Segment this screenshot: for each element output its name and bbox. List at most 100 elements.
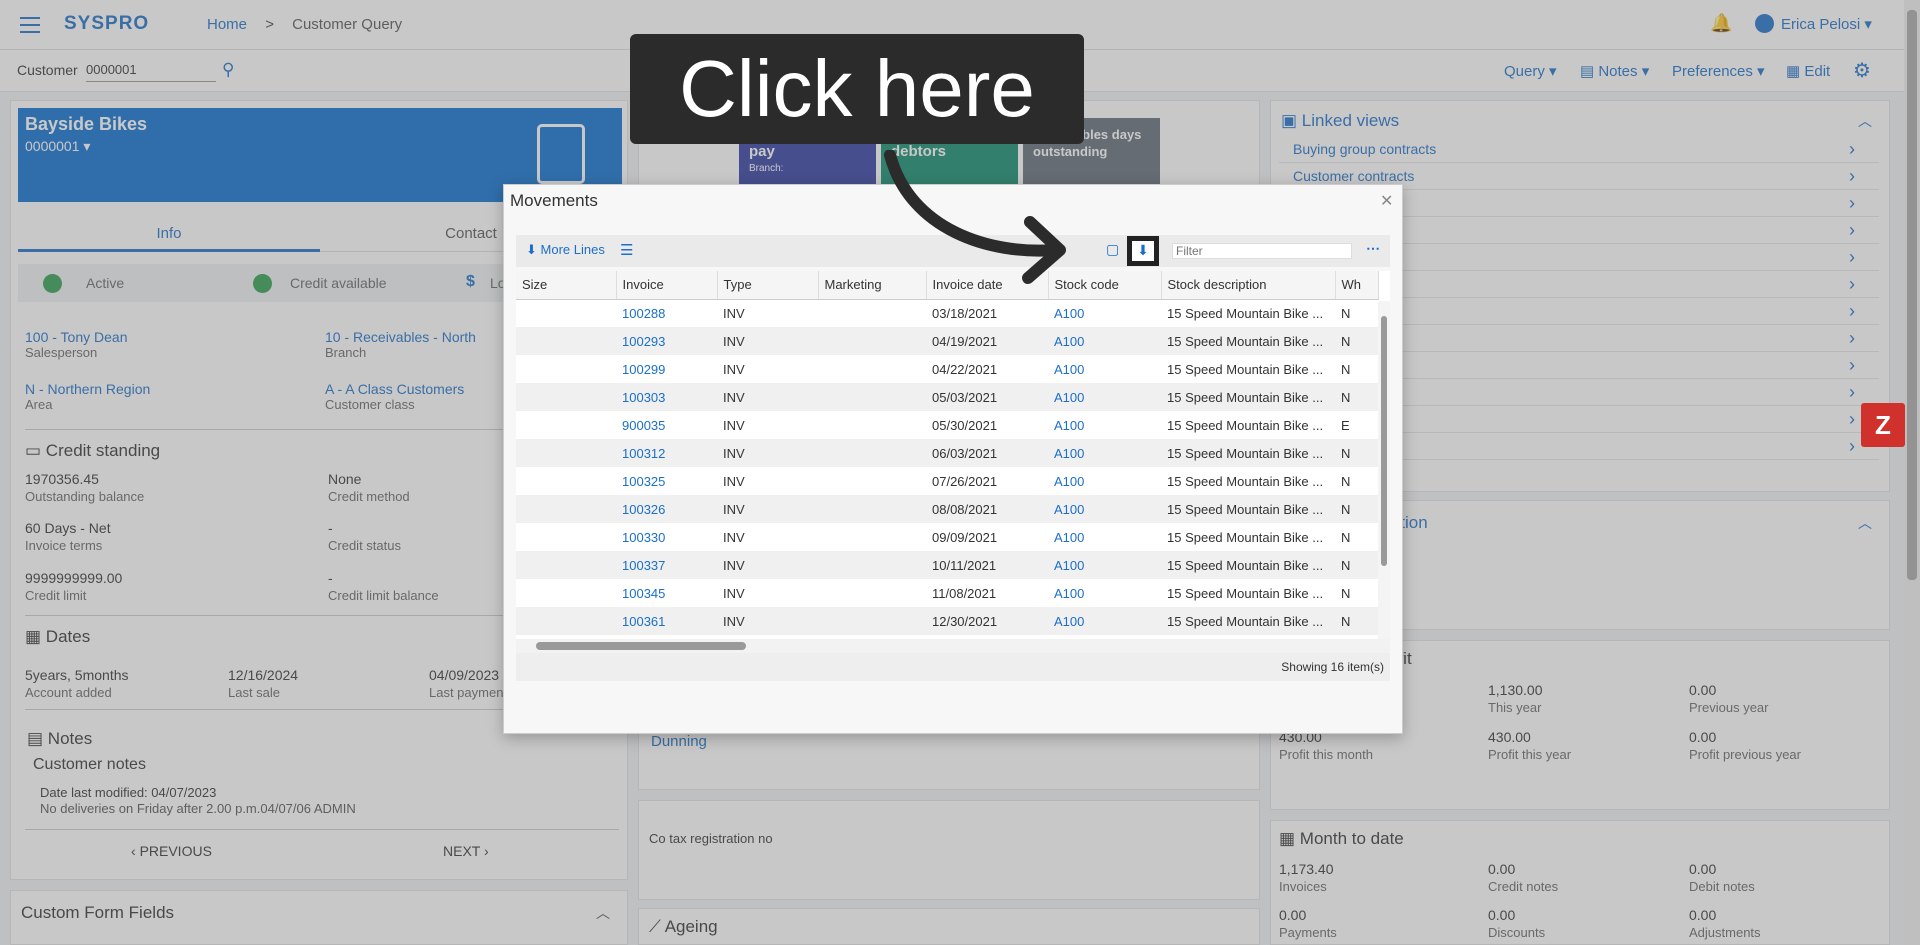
table-cell	[818, 607, 926, 635]
column-header[interactable]: Stock description	[1161, 271, 1336, 300]
table-cell: 10/11/2021	[926, 551, 1048, 579]
table-cell	[516, 607, 616, 635]
column-header[interactable]: Size	[516, 271, 617, 300]
table-cell: N	[1341, 305, 1351, 321]
table-cell: N	[1335, 439, 1378, 467]
table-row[interactable]: 100325 INV 07/26/2021 A100 15 Speed Mountain…	[516, 467, 1378, 495]
table-cell[interactable]: A100	[1048, 467, 1161, 495]
table-cell	[516, 579, 616, 607]
table-cell: INV	[717, 327, 818, 355]
table-cell: 08/08/2021	[926, 495, 1048, 523]
more-lines-button[interactable]: ⬇ More Lines	[526, 242, 605, 258]
close-icon[interactable]: ✕	[1380, 191, 1393, 211]
table-cell	[818, 411, 926, 439]
table-cell[interactable]: 100361	[616, 607, 717, 635]
list-options-icon[interactable]: ☰	[620, 241, 633, 259]
table-cell[interactable]: A100	[1048, 355, 1161, 383]
export-icon[interactable]: ▢	[1106, 241, 1119, 258]
table-cell[interactable]: A100	[1048, 551, 1161, 579]
table-cell[interactable]: A100	[1048, 383, 1161, 411]
grid-hscroll-thumb[interactable]	[536, 642, 746, 650]
table-cell: 15 Speed Mountain Bike ...	[1161, 439, 1335, 467]
table-cell[interactable]: A100	[1048, 327, 1161, 355]
table-row[interactable]: 100288 INV 03/18/2021 A100 15 Speed Mountain…	[516, 299, 1378, 327]
table-cell	[516, 523, 616, 551]
table-cell: INV	[723, 529, 745, 545]
table-cell	[516, 327, 616, 355]
syspro-assistant-icon[interactable]: Z	[1861, 403, 1905, 447]
download-icon[interactable]: ⬇	[1127, 236, 1159, 266]
table-cell: 15 Speed Mountain Bike ...	[1167, 585, 1324, 601]
table-cell[interactable]: 100312	[616, 439, 717, 467]
table-cell: INV	[723, 585, 745, 601]
table-cell	[818, 467, 926, 495]
table-cell	[818, 355, 926, 383]
table-cell[interactable]: A100	[1048, 299, 1161, 327]
table-cell: 15 Speed Mountain Bike ...	[1167, 361, 1324, 377]
table-cell[interactable]: 100299	[616, 355, 717, 383]
table-row[interactable]: 100337 INV 10/11/2021 A100 15 Speed Mountain…	[516, 551, 1378, 579]
table-cell[interactable]: 100345	[616, 579, 717, 607]
table-cell: INV	[717, 439, 818, 467]
table-cell[interactable]: A100	[1048, 523, 1161, 551]
column-header[interactable]: Wh	[1335, 271, 1379, 300]
table-cell	[516, 467, 616, 495]
table-cell	[818, 551, 926, 579]
table-cell[interactable]: A100	[1048, 607, 1161, 635]
table-cell: N	[1335, 383, 1378, 411]
table-cell[interactable]: 100325	[616, 467, 717, 495]
table-row[interactable]: 100303 INV 05/03/2021 A100 15 Speed Mountain…	[516, 383, 1378, 411]
table-row[interactable]: 100361 INV 12/30/2021 A100 15 Speed Mountain…	[516, 607, 1378, 635]
click-here-callout: Click here	[630, 34, 1084, 144]
table-cell[interactable]: A100	[1048, 439, 1161, 467]
table-cell	[516, 383, 616, 411]
grid-horizontal-scrollbar[interactable]	[516, 639, 1390, 653]
table-cell[interactable]: 100288	[616, 299, 717, 327]
table-cell: INV	[723, 417, 745, 433]
grid-vertical-scrollbar[interactable]	[1378, 301, 1390, 639]
table-cell	[516, 439, 616, 467]
table-cell[interactable]: A100	[1048, 411, 1161, 439]
table-cell[interactable]: A100	[1048, 495, 1161, 523]
table-cell	[516, 495, 616, 523]
table-cell: 03/18/2021	[932, 305, 998, 321]
column-header[interactable]: Type	[717, 271, 819, 300]
table-row[interactable]: 100299 INV 04/22/2021 A100 15 Speed Mountain…	[516, 355, 1378, 383]
table-row[interactable]: 100293 INV 04/19/2021 A100 15 Speed Mountain…	[516, 327, 1378, 355]
table-cell: 05/03/2021	[926, 383, 1048, 411]
table-row[interactable]: 100312 INV 06/03/2021 A100 15 Speed Mountain…	[516, 439, 1378, 467]
table-cell: 15 Speed Mountain Bike ...	[1161, 607, 1335, 635]
column-header[interactable]: Invoice	[616, 271, 718, 300]
table-cell[interactable]: 100326	[616, 495, 717, 523]
table-cell	[818, 299, 926, 327]
table-cell[interactable]: 100337	[616, 551, 717, 579]
table-cell	[818, 383, 926, 411]
table-row[interactable]: 100330 INV 09/09/2021 A100 15 Speed Mountain…	[516, 523, 1378, 551]
table-cell[interactable]: 100330	[616, 523, 717, 551]
filter-input[interactable]	[1172, 243, 1352, 259]
more-options-icon[interactable]: ⋯	[1366, 240, 1380, 257]
table-cell	[818, 523, 926, 551]
table-row[interactable]: 900035 INV 05/30/2021 A100 15 Speed Mountain…	[516, 411, 1378, 439]
table-row[interactable]: 100326 INV 08/08/2021 A100 15 Speed Mountain…	[516, 495, 1378, 523]
table-cell: 15 Speed Mountain Bike ...	[1161, 551, 1335, 579]
table-cell[interactable]: 100293	[616, 327, 717, 355]
table-row[interactable]: 100345 INV 11/08/2021 A100 15 Speed Mountain…	[516, 579, 1378, 607]
table-cell: INV	[723, 361, 745, 377]
table-cell: 06/03/2021	[926, 439, 1048, 467]
table-cell	[516, 551, 616, 579]
table-cell: INV	[723, 473, 745, 489]
table-cell	[818, 327, 926, 355]
table-cell: 15 Speed Mountain Bike ...	[1167, 417, 1324, 433]
table-cell: INV	[723, 305, 745, 321]
table-cell: 09/09/2021	[932, 529, 998, 545]
table-cell[interactable]: A100	[1048, 579, 1161, 607]
table-cell: N	[1335, 495, 1378, 523]
grid-scrollbar-thumb[interactable]	[1381, 316, 1387, 566]
table-cell	[818, 439, 926, 467]
table-cell[interactable]: 100303	[616, 383, 717, 411]
table-cell	[516, 355, 616, 383]
table-cell[interactable]: 900035	[616, 411, 717, 439]
table-cell: 15 Speed Mountain Bike ...	[1167, 473, 1324, 489]
table-cell	[516, 299, 616, 327]
